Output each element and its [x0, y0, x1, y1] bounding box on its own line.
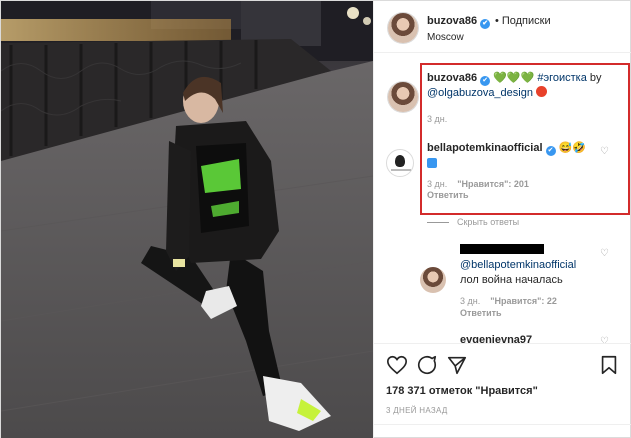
post-actions: 178 371 отметок "Нравится" 3 ДНЕЙ НАЗАД — [374, 343, 631, 438]
verified-icon: ✔ — [545, 146, 556, 156]
posted-ago[interactable]: 3 ДНЕЙ НАЗАД — [386, 406, 448, 415]
reply-reply-button[interactable]: Ответить — [460, 308, 502, 318]
comment-reply: @bellapotemkinaofficial лол война начала… — [460, 258, 620, 288]
verified-icon: ✔ — [480, 76, 491, 86]
comments-list[interactable]: buzova86 ✔ 💚💚💚 #эгоистка by @olgabuzova_d… — [374, 53, 631, 343]
caption-hashtag[interactable]: #эгоистка — [537, 72, 586, 84]
author-username[interactable]: buzova86 ✔ — [427, 15, 491, 29]
reply-likes[interactable]: "Нравится": 22 — [490, 296, 557, 306]
caption-username[interactable]: buzova86 — [427, 72, 477, 84]
caption-by: by — [589, 72, 602, 84]
reply-avatar[interactable] — [420, 267, 446, 293]
likes-count[interactable]: 178 371 отметок "Нравится" — [386, 385, 538, 397]
comment-evgenievna: evgenievna97 — [460, 333, 532, 343]
reply-text: лол война началась — [460, 274, 563, 286]
comment-emoji: 😅🤣 — [558, 142, 586, 154]
post-sidebar: buzova86 ✔ • Подписки Moscow buzova86 ✔ 💚💚💚… — [373, 1, 631, 438]
caption-mention[interactable]: @olgabuzova_design — [427, 87, 533, 99]
heart-icon[interactable] — [386, 354, 408, 376]
comment-username[interactable]: evgenievna97 — [460, 334, 532, 343]
add-comment-bar[interactable] — [374, 424, 631, 438]
reply-button[interactable]: Ответить — [427, 190, 469, 200]
follow-status[interactable]: • Подписки — [492, 15, 551, 27]
devil-emoji-icon — [536, 86, 548, 97]
caption-avatar[interactable] — [388, 82, 418, 112]
reply-time[interactable]: 3 дн. — [460, 296, 480, 306]
like-comment-icon[interactable]: ♡ — [600, 249, 610, 259]
verified-icon: ✔ — [480, 19, 491, 29]
comment-meta: 3 дн. "Нравится": 201 — [427, 179, 529, 189]
caption-time[interactable]: 3 дн. — [427, 114, 447, 124]
bella-badge-icon — [427, 158, 437, 168]
follow-button[interactable]: Подписки — [502, 15, 551, 27]
post-header: buzova86 ✔ • Подписки Moscow — [374, 1, 631, 53]
comment-likes[interactable]: "Нравится": 201 — [457, 179, 529, 189]
bookmark-icon[interactable] — [598, 354, 620, 376]
reply-meta: 3 дн. "Нравится": 22 — [460, 296, 557, 306]
redacted-username — [460, 244, 544, 254]
comment-username[interactable]: bellapotemkinaofficial — [427, 142, 543, 154]
photo-scene — [1, 1, 373, 438]
share-icon[interactable] — [446, 354, 468, 376]
comment-icon[interactable] — [416, 354, 438, 376]
author-avatar[interactable] — [388, 13, 418, 43]
green-hearts-emoji: 💚💚💚 — [493, 72, 535, 84]
comment-bella: bellapotemkinaofficial ✔ 😅🤣 — [427, 141, 597, 156]
reply-mention[interactable]: @bellapotemkinaofficial — [460, 259, 576, 271]
like-comment-icon[interactable]: ♡ — [600, 147, 610, 157]
post-location[interactable]: Moscow — [427, 32, 464, 43]
separator-dot: • — [495, 15, 499, 27]
silhouette-icon — [395, 155, 405, 167]
avatar-caption-line — [391, 169, 411, 171]
instagram-post: buzova86 ✔ • Подписки Moscow buzova86 ✔ 💚💚💚… — [0, 0, 631, 438]
comment-time[interactable]: 3 дн. — [427, 179, 447, 189]
caption: buzova86 ✔ 💚💚💚 #эгоистка by @olgabuzova_d… — [427, 71, 627, 101]
post-photo[interactable] — [1, 1, 373, 438]
hide-replies-link[interactable]: Скрыть ответы — [427, 217, 519, 227]
commenter-avatar[interactable] — [386, 149, 414, 177]
